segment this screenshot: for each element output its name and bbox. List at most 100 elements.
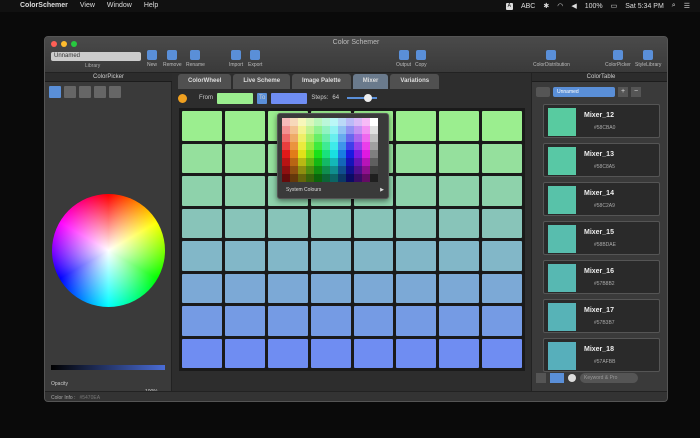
palette-cell[interactable] <box>346 134 354 142</box>
mix-swatch[interactable] <box>224 306 265 336</box>
mix-swatch[interactable] <box>396 143 437 173</box>
add-icon[interactable] <box>178 93 187 103</box>
palette-cell[interactable] <box>290 142 298 150</box>
tab-image-palette[interactable]: Image Palette <box>292 74 351 89</box>
palette-cell[interactable] <box>282 142 290 150</box>
palette-cell[interactable] <box>290 166 298 174</box>
table-entry[interactable]: Mixer_12 #58CBA0 <box>543 104 660 138</box>
steps-slider-knob[interactable] <box>363 94 372 102</box>
mix-swatch[interactable] <box>182 241 222 271</box>
palette-cell[interactable] <box>330 174 338 182</box>
palette-cell[interactable] <box>298 158 306 166</box>
palette-cell[interactable] <box>346 166 354 174</box>
palette-cell[interactable] <box>322 174 330 182</box>
palette-cell[interactable] <box>346 174 354 182</box>
palette-cell[interactable] <box>354 150 362 158</box>
color-distribution-button[interactable]: ColorDistribution <box>533 50 570 68</box>
palette-cell[interactable] <box>362 166 370 174</box>
library-field[interactable]: Unnamed <box>51 52 141 61</box>
wifi-icon[interactable]: ◠ <box>557 2 563 10</box>
table-entry[interactable]: Mixer_14 #58C2A9 <box>543 182 660 216</box>
mix-swatch[interactable] <box>353 306 394 336</box>
input-source[interactable]: ABC <box>521 3 535 10</box>
palette-cell[interactable] <box>282 134 290 142</box>
mix-swatch[interactable] <box>224 176 265 206</box>
palette-cell[interactable] <box>338 150 346 158</box>
system-colours-label[interactable]: System Colours <box>286 187 321 193</box>
palette-cell[interactable] <box>322 126 330 134</box>
palette-cell[interactable] <box>338 142 346 150</box>
mix-swatch[interactable] <box>182 176 222 206</box>
add-button[interactable]: + <box>618 87 628 97</box>
mix-swatch[interactable] <box>439 241 480 271</box>
palette-cell[interactable] <box>330 134 338 142</box>
remove-button[interactable]: Remove <box>163 50 182 68</box>
mix-swatch[interactable] <box>396 273 437 303</box>
table-entry[interactable]: Mixer_16 #57B8B2 <box>543 260 660 294</box>
mix-swatch[interactable] <box>396 241 437 271</box>
mix-swatch[interactable] <box>396 208 437 238</box>
copy-button[interactable]: Copy <box>415 50 427 68</box>
palette-cell[interactable] <box>338 126 346 134</box>
menu-view[interactable]: View <box>80 0 95 12</box>
palette-cell[interactable] <box>290 150 298 158</box>
palette-cell[interactable] <box>346 158 354 166</box>
volume-icon[interactable]: ◀ <box>571 2 576 10</box>
palette-cell[interactable] <box>314 174 322 182</box>
palette-cell[interactable] <box>322 134 330 142</box>
palette-cell[interactable] <box>282 118 290 126</box>
mix-swatch[interactable] <box>482 176 522 206</box>
wheel-mode-icon[interactable] <box>49 86 61 98</box>
mix-swatch[interactable] <box>396 111 437 141</box>
palette-cell[interactable] <box>322 158 330 166</box>
palette-cell[interactable] <box>330 126 338 134</box>
palette-cell[interactable] <box>338 166 346 174</box>
clock[interactable]: Sat 5:34 PM <box>625 3 664 10</box>
palette-cell[interactable] <box>354 158 362 166</box>
remove-entry-button[interactable]: − <box>631 87 641 97</box>
mix-swatch[interactable] <box>182 338 222 368</box>
mix-swatch[interactable] <box>310 306 351 336</box>
palette-cell[interactable] <box>354 174 362 182</box>
palette-cell[interactable] <box>362 134 370 142</box>
rename-button[interactable]: Rename <box>186 50 205 68</box>
palette-cell[interactable] <box>362 126 370 134</box>
palette-mode-icon[interactable] <box>79 86 91 98</box>
palette-cell[interactable] <box>306 118 314 126</box>
mix-swatch[interactable] <box>482 143 522 173</box>
palette-cell[interactable] <box>370 150 378 158</box>
mix-swatch[interactable] <box>439 208 480 238</box>
palette-cell[interactable] <box>370 134 378 142</box>
palette-cell[interactable] <box>282 166 290 174</box>
mix-swatch[interactable] <box>310 338 351 368</box>
palette-cell[interactable] <box>314 142 322 150</box>
menu-help[interactable]: Help <box>144 0 158 12</box>
palette-cell[interactable] <box>290 174 298 182</box>
menu-window[interactable]: Window <box>107 0 132 12</box>
mix-swatch[interactable] <box>267 273 308 303</box>
palette-cell[interactable] <box>370 166 378 174</box>
grid-view-icon[interactable] <box>536 373 546 383</box>
style-library-button[interactable]: StyleLibrary <box>635 50 661 68</box>
mix-swatch[interactable] <box>482 111 522 141</box>
palette-cell[interactable] <box>330 158 338 166</box>
palette-cell[interactable] <box>370 174 378 182</box>
mix-swatch[interactable] <box>482 273 522 303</box>
mix-swatch[interactable] <box>439 143 480 173</box>
palette-cell[interactable] <box>362 150 370 158</box>
table-select[interactable]: Unnamed <box>553 87 615 97</box>
palette-cell[interactable] <box>330 166 338 174</box>
palette-cell[interactable] <box>330 142 338 150</box>
palette-cell[interactable] <box>370 118 378 126</box>
palette-cell[interactable] <box>298 142 306 150</box>
palette-cell[interactable] <box>346 118 354 126</box>
palette-cell[interactable] <box>322 150 330 158</box>
mix-swatch[interactable] <box>482 208 522 238</box>
palette-cell[interactable] <box>306 134 314 142</box>
tab-colorwheel[interactable]: ColorWheel <box>178 74 232 89</box>
palette-cell[interactable] <box>282 158 290 166</box>
table-entry[interactable]: Mixer_15 #58BDAE <box>543 221 660 255</box>
palette-cell[interactable] <box>346 150 354 158</box>
palette-cell[interactable] <box>306 158 314 166</box>
tab-variations[interactable]: Variations <box>390 74 440 89</box>
